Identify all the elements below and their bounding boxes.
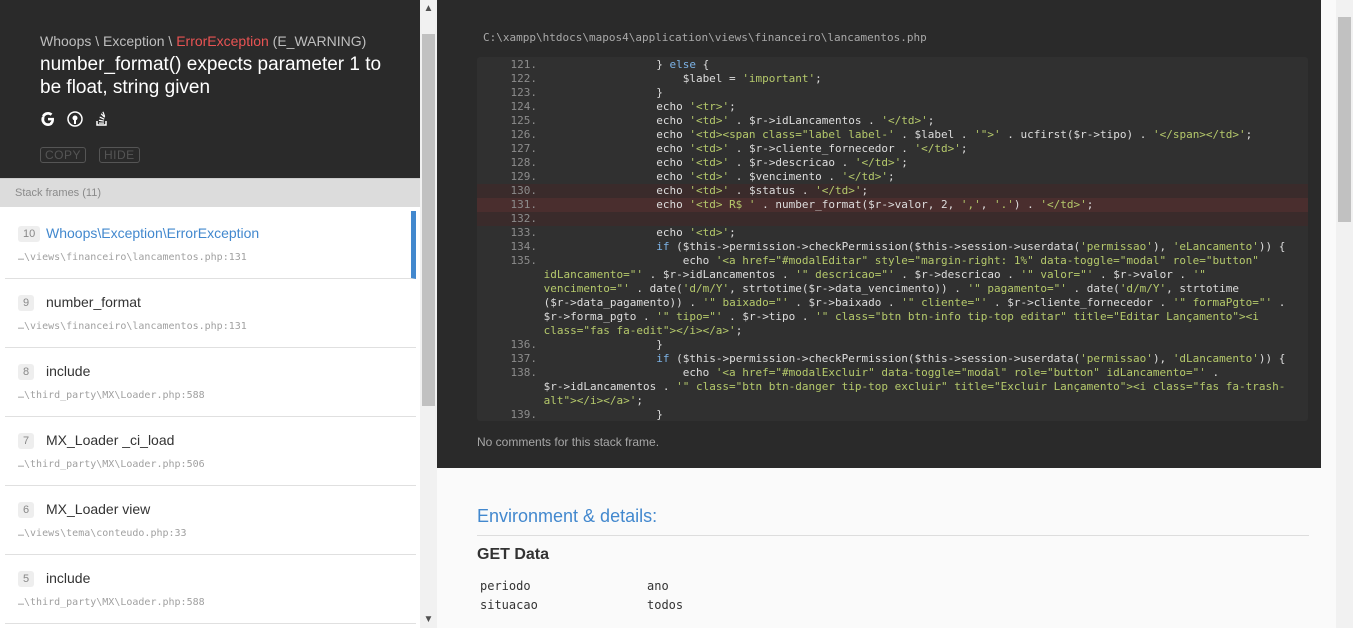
frame-function: include [46, 363, 91, 379]
get-key: periodo [480, 579, 531, 593]
frame-file: …\third_party\MX\Loader.php:506 [18, 459, 205, 470]
scroll-up-arrow-icon[interactable]: ▲ [420, 0, 437, 17]
stack-frame[interactable]: 8 include …\third_party\MX\Loader.php:58… [5, 349, 416, 417]
stack-frames-header: Stack frames (11) [0, 178, 420, 207]
get-value: ano [647, 579, 669, 593]
frame-index: 8 [18, 364, 35, 380]
get-data-row: situacao todos [480, 598, 683, 612]
frame-index: 6 [18, 502, 35, 518]
scrollbar-thumb[interactable] [1338, 17, 1351, 222]
stack-frame[interactable]: 5 include …\third_party\MX\Loader.php:58… [5, 556, 416, 624]
page-scrollbar[interactable] [1336, 0, 1353, 628]
exception-severity: (E_WARNING) [268, 33, 367, 49]
exception-message: number_format() expects parameter 1 to b… [40, 54, 382, 98]
stack-frame[interactable]: 10 Whoops\Exception\ErrorException …\vie… [5, 211, 416, 279]
frame-file: …\third_party\MX\Loader.php:588 [18, 390, 205, 401]
frame-file-path: C:\xampp\htdocs\mapos4\application\views… [483, 31, 927, 44]
duckduckgo-search-icon[interactable] [67, 111, 83, 127]
environment-section: Environment & details: GET Data periodo a… [437, 468, 1321, 628]
get-data-row: periodo ano [480, 579, 669, 593]
exception-header: Whoops \ Exception \ ErrorException (E_W… [0, 0, 420, 178]
frame-function: include [46, 570, 91, 586]
code-block: 121. } else {122. $label = 'important'; 1… [477, 57, 1308, 421]
stackoverflow-search-icon[interactable] [94, 111, 110, 127]
exception-class-name: ErrorException [176, 33, 269, 49]
exception-namespace: Whoops \ Exception \ [40, 33, 177, 49]
frame-details: C:\xampp\htdocs\mapos4\application\views… [437, 0, 1321, 468]
frame-file: …\third_party\MX\Loader.php:588 [18, 597, 205, 608]
exception-class: Whoops \ Exception \ ErrorException (E_W… [40, 33, 366, 49]
get-value: todos [647, 598, 684, 612]
frames-scrollbar[interactable]: ▲ ▼ [420, 0, 437, 628]
copy-button[interactable]: COPY [40, 147, 87, 163]
google-search-icon[interactable] [40, 111, 56, 127]
scroll-down-arrow-icon[interactable]: ▼ [420, 611, 437, 628]
frame-index: 5 [18, 571, 35, 587]
frame-file: …\views\tema\conteudo.php:33 [18, 528, 187, 539]
hide-button[interactable]: HIDE [99, 147, 140, 163]
divider [477, 535, 1309, 536]
stack-frames-count: Stack frames (11) [15, 187, 101, 199]
frame-function: MX_Loader view [46, 501, 151, 517]
stack-frame[interactable]: 6 MX_Loader view …\views\tema\conteudo.p… [5, 487, 416, 555]
stack-frame[interactable]: 7 MX_Loader _ci_load …\third_party\MX\Lo… [5, 418, 416, 486]
frame-index: 9 [18, 295, 35, 311]
environment-title: Environment & details: [477, 506, 658, 526]
frame-index: 7 [18, 433, 35, 449]
frame-index: 10 [18, 226, 41, 242]
frame-file: …\views\financeiro\lancamentos.php:131 [18, 321, 247, 332]
frame-function: number_format [46, 294, 141, 310]
left-panel: Whoops \ Exception \ ErrorException (E_W… [0, 0, 420, 628]
frame-file: …\views\financeiro\lancamentos.php:131 [18, 252, 247, 263]
frame-comments: No comments for this stack frame. [477, 435, 660, 449]
frame-function: MX_Loader _ci_load [46, 432, 175, 448]
scrollbar-thumb[interactable] [422, 34, 435, 406]
stack-frame[interactable]: 9 number_format …\views\financeiro\lanca… [5, 280, 416, 348]
get-data-title: GET Data [477, 546, 550, 563]
search-links [40, 111, 110, 127]
frame-function: Whoops\Exception\ErrorException [46, 225, 260, 241]
get-key: situacao [480, 598, 538, 612]
